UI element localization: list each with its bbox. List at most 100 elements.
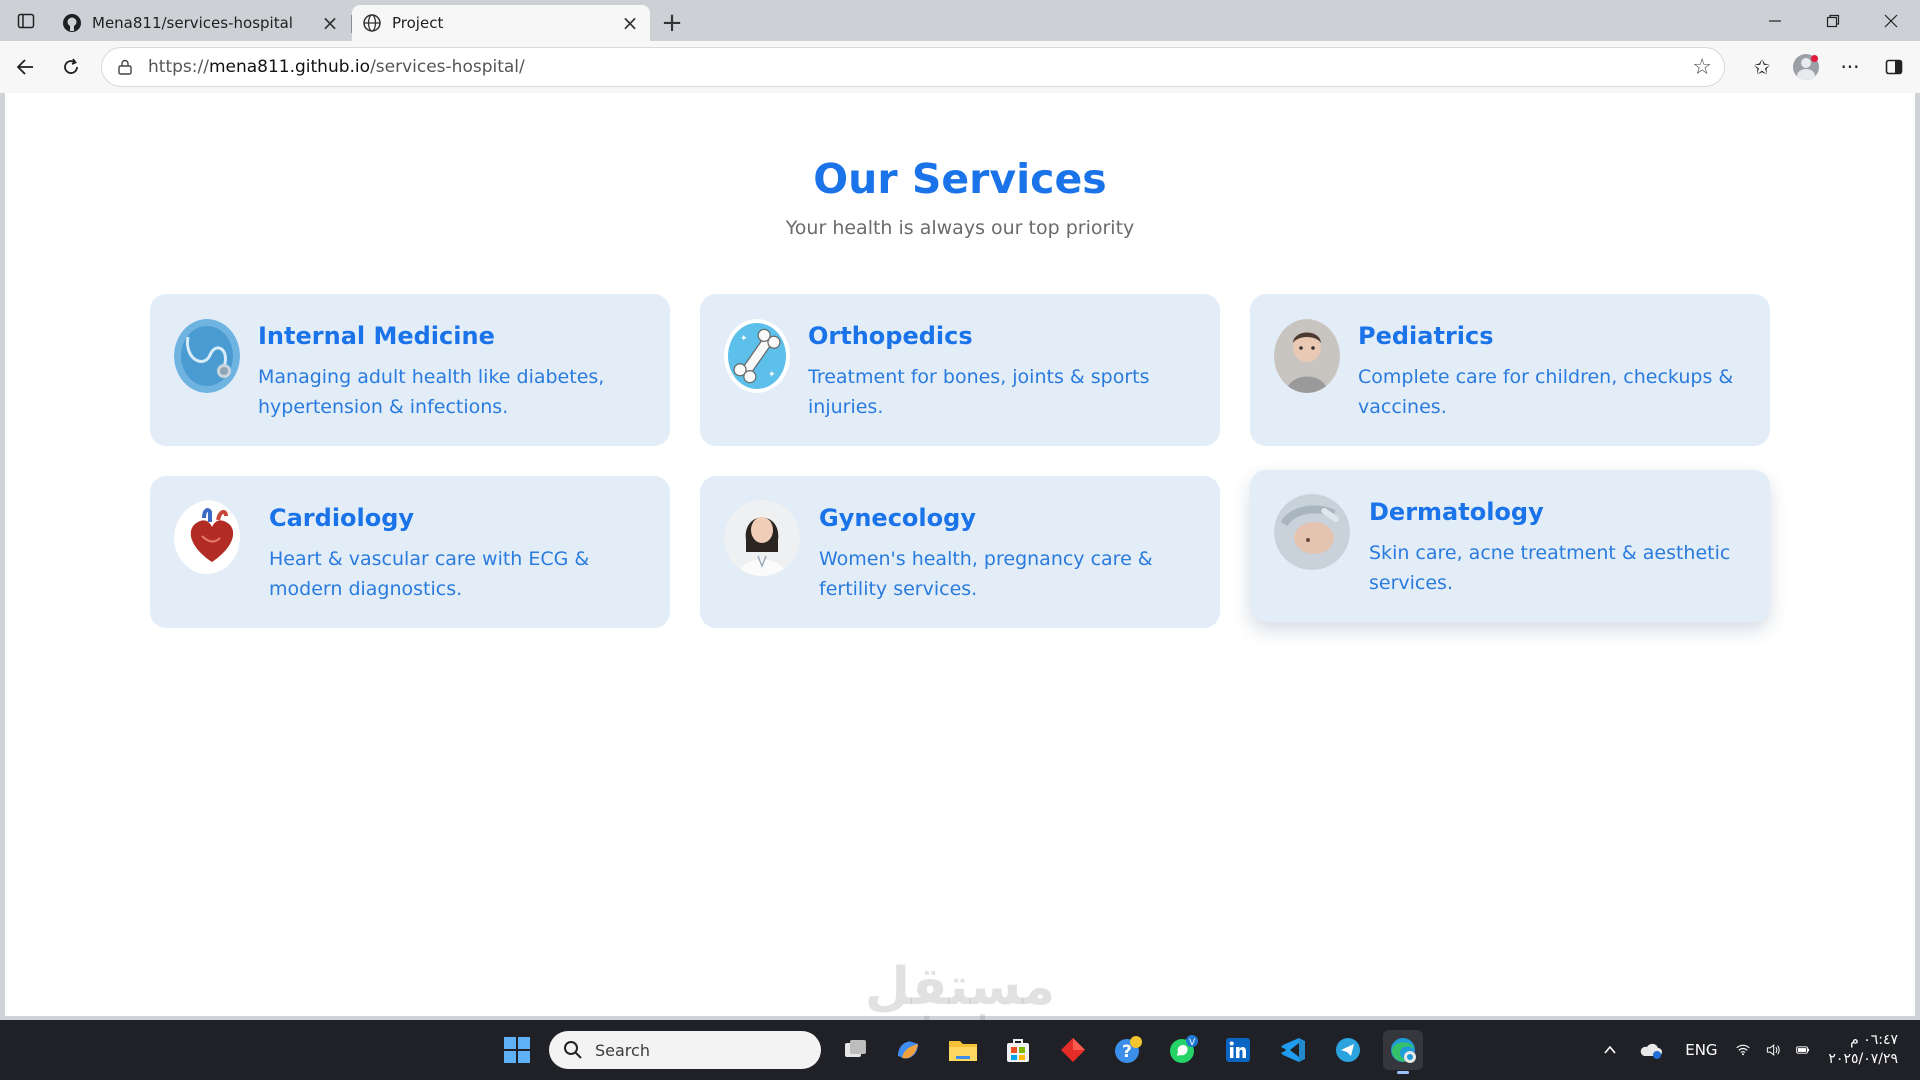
favorite-star-icon[interactable]: ☆ xyxy=(1692,55,1712,80)
taskbar-search[interactable]: Search xyxy=(549,1031,821,1069)
restore-icon xyxy=(1826,14,1840,27)
sidebar-button[interactable] xyxy=(1872,47,1916,87)
more-horizontal-icon: ··· xyxy=(1840,55,1860,79)
close-icon xyxy=(1884,14,1898,27)
toolbar-right: ✩ ··· xyxy=(1740,41,1920,93)
back-button[interactable] xyxy=(2,47,48,87)
service-card-internal-medicine[interactable]: Internal Medicine Managing adult health … xyxy=(150,294,670,446)
doctor-image xyxy=(724,500,800,576)
bone-image: ✦ ✦ xyxy=(724,319,790,393)
battery-button[interactable] xyxy=(1788,1043,1818,1057)
url-path: /services-hospital/ xyxy=(370,57,525,77)
service-description: Managing adult health like diabetes, hyp… xyxy=(258,366,605,418)
task-view-icon xyxy=(845,1040,866,1057)
favorites-button[interactable]: ✩ xyxy=(1740,47,1784,87)
github-icon xyxy=(62,13,82,33)
cloud-icon xyxy=(1641,1043,1663,1059)
service-title: Dermatology xyxy=(1369,498,1544,526)
clock[interactable]: ٠٦:٤٧ م ٢٠٢٥/٠٧/٢٩ xyxy=(1818,1031,1920,1069)
tab-strip: Mena811/services-hospital × Project × + xyxy=(0,0,1920,41)
service-card-dermatology[interactable]: Dermatology Skin care, acne treatment & … xyxy=(1250,470,1770,622)
help-app-button[interactable]: ? xyxy=(1108,1030,1148,1070)
close-tab-icon[interactable]: × xyxy=(620,11,640,35)
more-menu-button[interactable]: ··· xyxy=(1828,47,1872,87)
telegram-button[interactable] xyxy=(1328,1030,1368,1070)
service-description: Treatment for bones, joints & sports inj… xyxy=(808,366,1150,418)
folder-icon xyxy=(949,1041,977,1061)
edge-button[interactable] xyxy=(1383,1030,1423,1074)
telegram-icon xyxy=(1336,1038,1360,1062)
app-red-button[interactable] xyxy=(1053,1030,1093,1070)
show-hidden-icons-button[interactable] xyxy=(1592,1043,1628,1057)
stethoscope-image xyxy=(174,319,240,393)
watermark-arabic: مستقل xyxy=(864,957,1056,1017)
copilot-button[interactable] xyxy=(888,1030,928,1070)
service-card-cardiology[interactable]: Cardiology Heart & vascular care with EC… xyxy=(150,476,670,628)
task-view-button[interactable] xyxy=(835,1030,875,1070)
address-bar[interactable]: https://mena811.github.io/services-hospi… xyxy=(101,47,1725,87)
service-title: Pediatrics xyxy=(1358,322,1494,350)
browser-toolbar: https://mena811.github.io/services-hospi… xyxy=(0,41,1920,93)
system-tray: ENG ٠٦:٤٧ م ٢٠٢٥/٠٧/٢٩ xyxy=(1592,1020,1920,1080)
linkedin-button[interactable] xyxy=(1218,1030,1258,1070)
store-icon xyxy=(1007,1039,1029,1062)
edge-icon xyxy=(1391,1038,1416,1063)
restore-button[interactable] xyxy=(1804,0,1862,41)
vscode-button[interactable] xyxy=(1273,1030,1313,1070)
service-card-pediatrics[interactable]: Pediatrics Complete care for children, c… xyxy=(1250,294,1770,446)
service-title: Orthopedics xyxy=(808,322,973,350)
url-text[interactable]: https://mena811.github.io/services-hospi… xyxy=(148,57,1692,77)
new-tab-button[interactable]: + xyxy=(652,5,692,41)
svg-text:V: V xyxy=(1189,1038,1196,1048)
service-description: Skin care, acne treatment & aesthetic se… xyxy=(1369,542,1731,594)
windows-icon xyxy=(504,1037,530,1063)
reload-button[interactable] xyxy=(48,47,94,87)
clock-time: ٠٦:٤٧ م xyxy=(1850,1032,1898,1048)
linkedin-icon xyxy=(1226,1038,1250,1062)
tab-github[interactable]: Mena811/services-hospital × xyxy=(52,5,352,41)
search-placeholder: Search xyxy=(595,1040,650,1060)
language-indicator[interactable]: ENG xyxy=(1674,1041,1728,1059)
speaker-icon xyxy=(1767,1044,1781,1056)
help-icon: ? xyxy=(1115,1036,1142,1063)
tab-title: Mena811/services-hospital xyxy=(92,14,293,32)
onedrive-button[interactable] xyxy=(1628,1041,1674,1059)
tab-project[interactable]: Project × xyxy=(352,5,650,41)
service-description: Women's health, pregnancy care & fertili… xyxy=(819,548,1153,600)
child-image xyxy=(1274,319,1340,393)
url-scheme: https:// xyxy=(148,57,209,77)
service-card-orthopedics[interactable]: ✦ ✦ Orthopedics Treatment for bones, join… xyxy=(700,294,1220,446)
whatsapp-icon: V xyxy=(1170,1035,1198,1063)
tab-actions-button[interactable] xyxy=(0,0,52,41)
close-tab-icon[interactable]: × xyxy=(320,11,340,35)
site-info-icon[interactable] xyxy=(114,56,136,78)
service-description: Heart & vascular care with ECG & modern … xyxy=(269,548,590,600)
copilot-icon xyxy=(898,1041,918,1059)
sidebar-toggle-icon xyxy=(17,13,35,28)
svg-text:?: ? xyxy=(1122,1042,1132,1062)
minimize-button[interactable] xyxy=(1746,0,1804,41)
profile-button[interactable] xyxy=(1784,47,1828,87)
wifi-button[interactable] xyxy=(1728,1042,1758,1058)
service-title: Cardiology xyxy=(269,504,415,532)
volume-button[interactable] xyxy=(1758,1042,1788,1058)
svg-text:✦: ✦ xyxy=(740,334,748,344)
whatsapp-button[interactable]: V xyxy=(1163,1030,1203,1070)
page-subtitle: Your health is always our top priority xyxy=(785,217,1135,239)
tab-title: Project xyxy=(392,14,444,32)
start-button[interactable] xyxy=(497,1030,537,1070)
search-icon xyxy=(564,1041,582,1059)
url-host: mena811.github.io xyxy=(208,57,371,77)
reload-icon xyxy=(64,58,78,74)
close-window-button[interactable] xyxy=(1862,0,1920,41)
service-card-gynecology[interactable]: Gynecology Women's health, pregnancy car… xyxy=(700,476,1220,628)
service-title: Gynecology xyxy=(819,504,976,532)
vscode-icon xyxy=(1281,1038,1305,1062)
store-button[interactable] xyxy=(998,1030,1038,1070)
file-explorer-button[interactable] xyxy=(943,1030,983,1070)
wifi-icon xyxy=(1736,1044,1751,1056)
page-viewport: Our Services Your health is always our t… xyxy=(5,93,1915,1016)
minimize-icon xyxy=(1769,19,1781,22)
page-title: Our Services xyxy=(813,155,1107,203)
battery-charging-icon xyxy=(1796,1046,1810,1054)
